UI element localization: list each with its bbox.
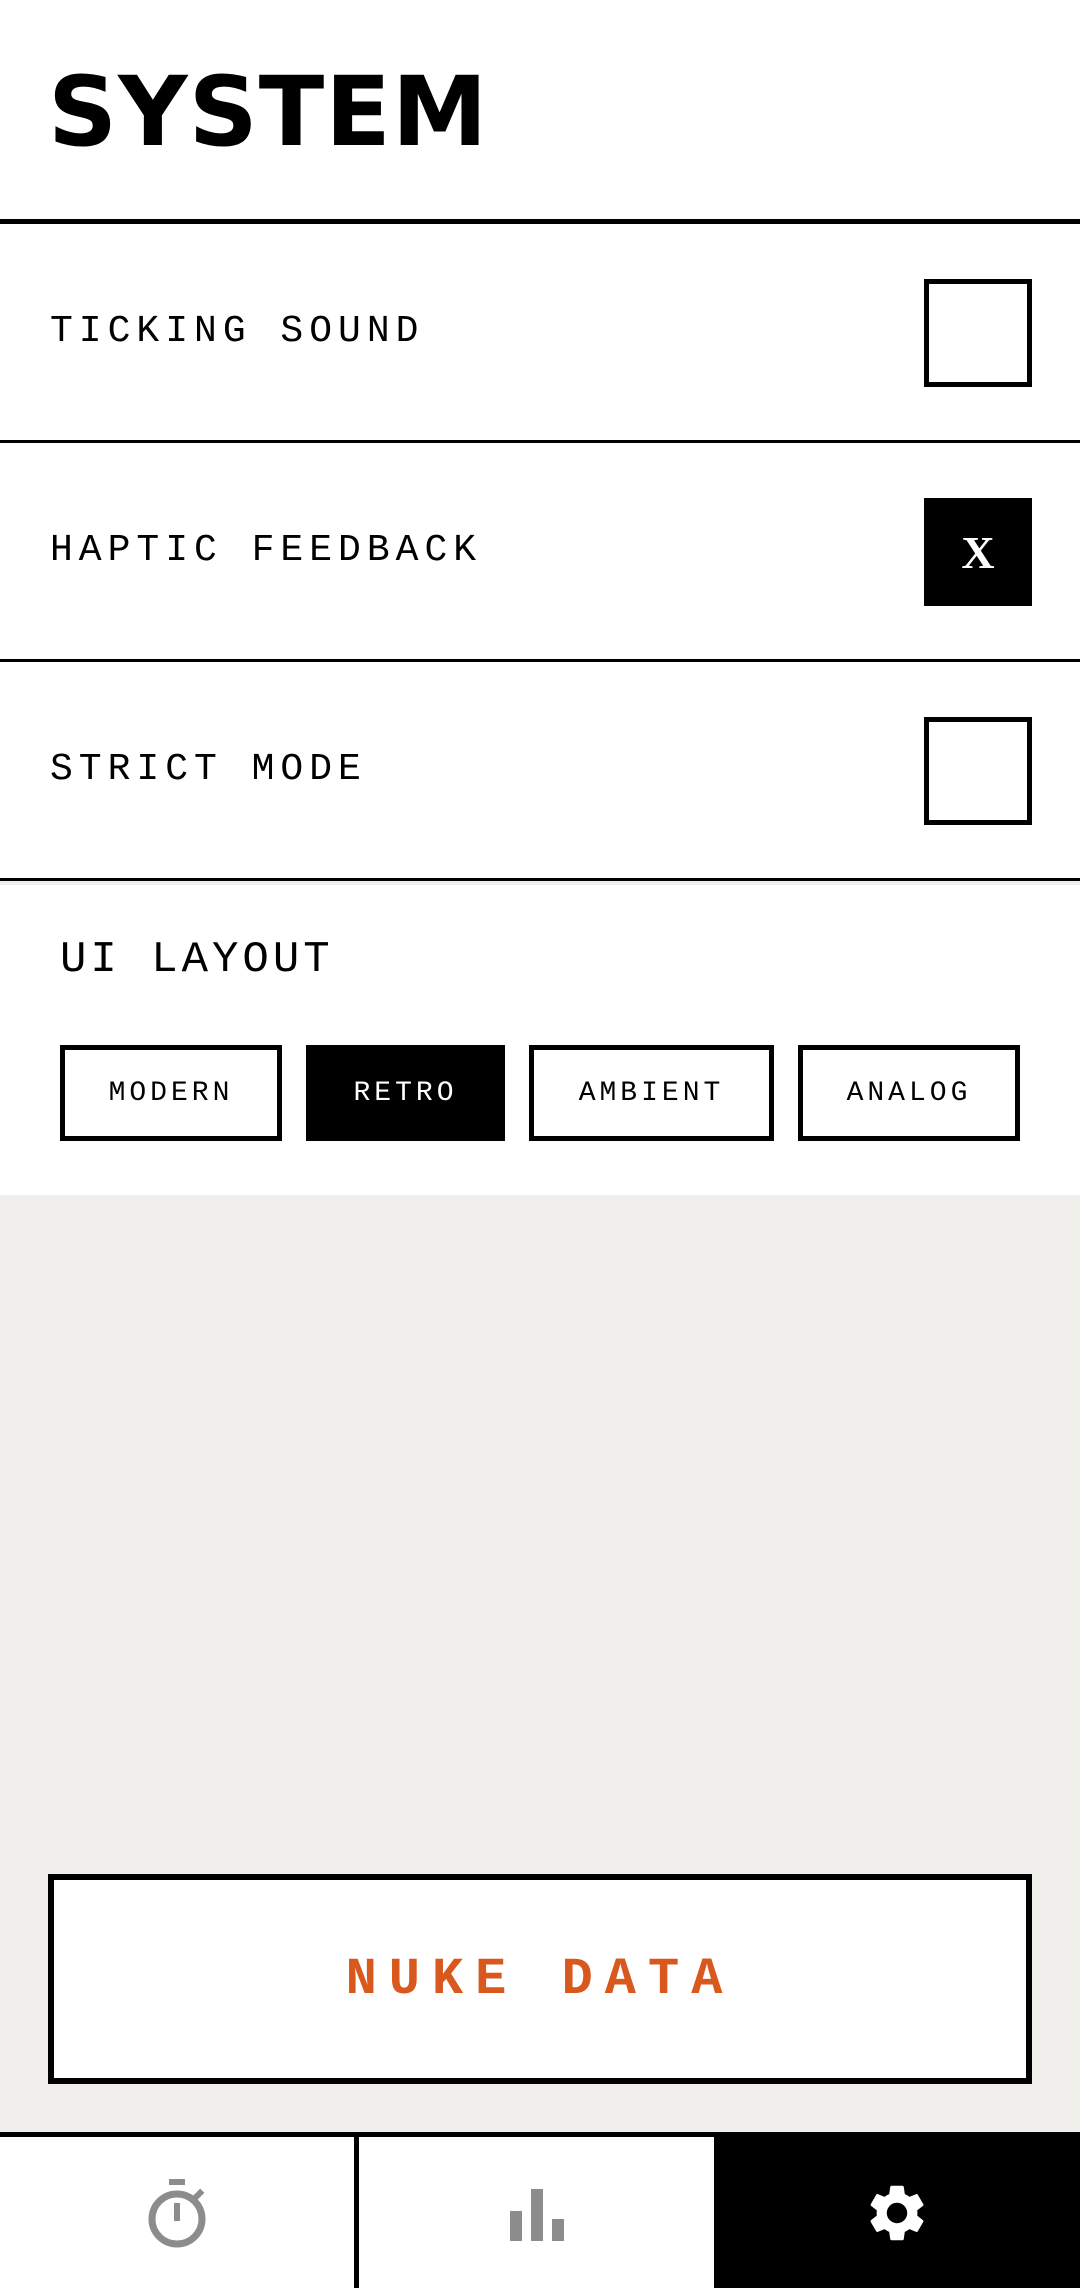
ui-layout-section: UI LAYOUT MODERN RETRO AMBIENT ANALOG <box>0 885 1080 1195</box>
setting-label: HAPTIC FEEDBACK <box>50 529 483 572</box>
nav-settings[interactable] <box>714 2137 1080 2288</box>
bar-chart-icon <box>509 2188 564 2241</box>
layout-option-ambient[interactable]: AMBIENT <box>529 1045 774 1141</box>
layout-option-modern[interactable]: MODERN <box>60 1045 282 1141</box>
ui-layout-title: UI LAYOUT <box>60 935 334 985</box>
setting-label: STRICT MODE <box>50 748 367 791</box>
layout-option-retro[interactable]: RETRO <box>306 1045 505 1141</box>
header: SYSTEM <box>0 0 1080 224</box>
setting-label: TICKING SOUND <box>50 310 425 353</box>
strict-mode-checkbox[interactable] <box>924 717 1032 825</box>
setting-row-strict-mode[interactable]: STRICT MODE <box>0 662 1080 881</box>
nuke-data-button[interactable]: NUKE DATA <box>48 1874 1032 2084</box>
nav-timer[interactable] <box>0 2137 354 2288</box>
setting-row-ticking-sound[interactable]: TICKING SOUND <box>0 224 1080 443</box>
nav-stats[interactable] <box>359 2137 714 2288</box>
haptic-feedback-checkbox[interactable]: X <box>924 498 1032 606</box>
gear-icon <box>870 2185 924 2240</box>
stopwatch-icon <box>148 2178 206 2247</box>
layout-option-analog[interactable]: ANALOG <box>798 1045 1020 1141</box>
page-title: SYSTEM <box>48 56 489 168</box>
setting-row-haptic-feedback[interactable]: HAPTIC FEEDBACK X <box>0 443 1080 662</box>
bottom-nav <box>0 2132 1080 2288</box>
ticking-sound-checkbox[interactable] <box>924 279 1032 387</box>
